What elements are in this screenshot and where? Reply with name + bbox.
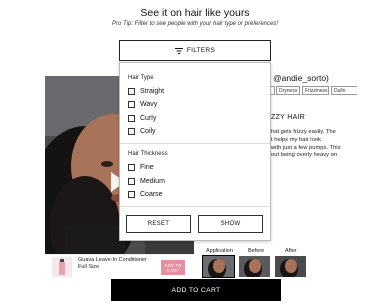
option-coarse[interactable]: Coarse <box>128 191 163 198</box>
option-label: Medium <box>140 178 165 185</box>
option-label: Straight <box>140 88 165 95</box>
product-info: Guava Leave-In Conditioner Full Size <box>78 257 147 271</box>
thumb-label-after: After <box>285 248 297 254</box>
reviewer-handle: @andie_sorto) <box>273 73 329 83</box>
checkbox-curly[interactable] <box>128 115 135 122</box>
thumbnail-image <box>203 256 234 277</box>
chip-frizziness: Frizziness <box>302 86 329 95</box>
thumb-label-application: Application <box>206 248 233 254</box>
option-label: Fine <box>140 164 154 171</box>
pro-tip-text: Pro Tip: Filter to see people with your … <box>111 21 279 27</box>
option-label: Coily <box>140 128 156 135</box>
thumbnail-image <box>239 256 270 277</box>
panel-divider <box>120 143 270 144</box>
checkbox-coily[interactable] <box>128 128 135 135</box>
thumbnail-application[interactable] <box>202 255 235 278</box>
thumbnail-before[interactable] <box>239 256 270 277</box>
option-straight[interactable]: Straight <box>128 88 164 95</box>
thumbnail-after[interactable] <box>275 256 306 277</box>
option-fine[interactable]: Fine <box>128 164 154 171</box>
hair-type-heading: Hair Type <box>128 75 154 81</box>
product-name: Guava Leave-In Conditioner <box>78 257 147 263</box>
thumb-label-before: Before <box>248 248 265 254</box>
filter-lines-icon <box>174 47 183 54</box>
show-button[interactable]: SHOW <box>198 215 263 233</box>
review-line: out being overly heavy on <box>271 152 338 159</box>
add-to-cart-button[interactable]: ADD TO CART <box>111 279 281 301</box>
checkbox-coarse[interactable] <box>128 191 135 198</box>
review-line: hat gets frizzy easily. The <box>271 129 336 135</box>
checkbox-medium[interactable] <box>128 178 135 185</box>
checkbox-wavy[interactable] <box>128 101 135 108</box>
chip-dullness: Dulln <box>331 86 357 95</box>
hair-thickness-heading: Hair Thickness <box>128 151 168 157</box>
chip-dryness: Dryness <box>276 86 300 95</box>
checkbox-straight[interactable] <box>128 88 135 95</box>
filters-label: FILTERS <box>186 47 216 54</box>
thumbnail-image <box>275 256 306 277</box>
product-bottle-icon <box>59 259 65 275</box>
option-label: Curly <box>140 115 157 122</box>
option-label: Wavy <box>140 101 158 108</box>
section-title: See it on hair like yours <box>140 7 250 19</box>
product-thumbnail <box>52 257 72 277</box>
review-line: t helps my hair look <box>271 136 321 143</box>
checkbox-fine[interactable] <box>128 164 135 171</box>
reset-button[interactable]: RESET <box>126 215 191 233</box>
option-medium[interactable]: Medium <box>128 178 165 185</box>
product-size: Full Size <box>78 264 100 270</box>
option-coily[interactable]: Coily <box>128 128 156 135</box>
option-curly[interactable]: Curly <box>128 115 156 122</box>
review-text: hat gets frizzy easily. The t helps my h… <box>271 129 381 160</box>
panel-divider <box>120 206 270 207</box>
option-label: Coarse <box>140 191 163 198</box>
review-heading: ZZY HAIR <box>271 114 306 121</box>
review-line: with just a few pumps. This <box>271 144 341 151</box>
filters-button[interactable]: FILTERS <box>119 40 271 61</box>
option-wavy[interactable]: Wavy <box>128 101 157 108</box>
product-add-to-cart-button[interactable]: ADD TO CART <box>161 260 185 275</box>
